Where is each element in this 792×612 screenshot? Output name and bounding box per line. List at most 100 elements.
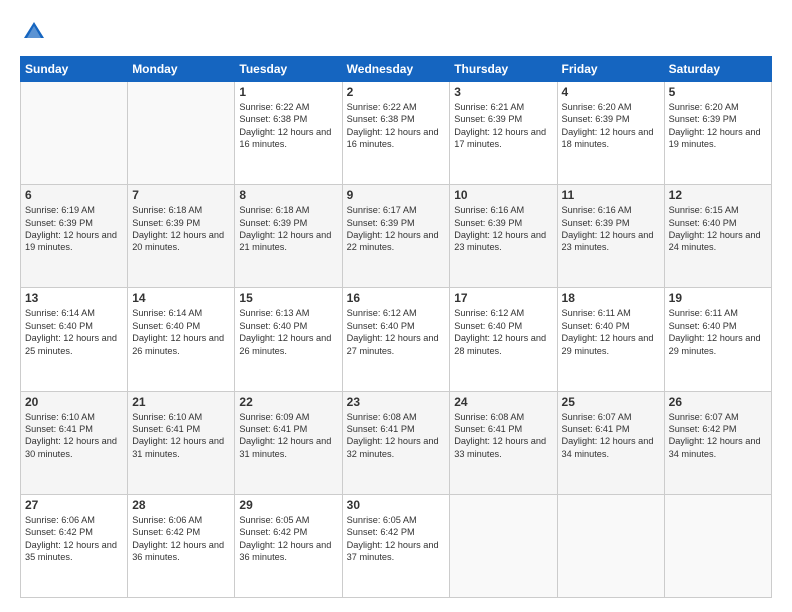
day-info: Sunrise: 6:14 AM Sunset: 6:40 PM Dayligh… (132, 307, 230, 357)
calendar-cell: 6 Sunrise: 6:19 AM Sunset: 6:39 PM Daylig… (21, 185, 128, 288)
calendar-cell: 14 Sunrise: 6:14 AM Sunset: 6:40 PM Dayli… (128, 288, 235, 391)
day-info: Sunrise: 6:14 AM Sunset: 6:40 PM Dayligh… (25, 307, 123, 357)
day-info: Sunrise: 6:21 AM Sunset: 6:39 PM Dayligh… (454, 101, 552, 151)
calendar-cell (557, 494, 664, 597)
calendar-cell: 15 Sunrise: 6:13 AM Sunset: 6:40 PM Dayli… (235, 288, 342, 391)
weekday-header: Monday (128, 57, 235, 82)
calendar-cell: 11Sunrise: 6:16 AM Sunset: 6:39 PM Dayli… (557, 185, 664, 288)
header (20, 18, 772, 46)
calendar-cell: 27Sunrise: 6:06 AM Sunset: 6:42 PM Dayli… (21, 494, 128, 597)
day-number: 9 (347, 188, 446, 202)
calendar-cell: 18 Sunrise: 6:11 AM Sunset: 6:40 PM Dayli… (557, 288, 664, 391)
calendar-week-row: 20 Sunrise: 6:10 AM Sunset: 6:41 PM Dayli… (21, 391, 772, 494)
day-info: Sunrise: 6:07 AM Sunset: 6:42 PM Dayligh… (669, 411, 767, 461)
day-number: 30 (347, 498, 446, 512)
logo-icon (20, 18, 48, 46)
calendar-week-row: 6 Sunrise: 6:19 AM Sunset: 6:39 PM Daylig… (21, 185, 772, 288)
calendar-cell: 13 Sunrise: 6:14 AM Sunset: 6:40 PM Dayli… (21, 288, 128, 391)
calendar-cell: 4 Sunrise: 6:20 AM Sunset: 6:39 PM Daylig… (557, 82, 664, 185)
day-info: Sunrise: 6:10 AM Sunset: 6:41 PM Dayligh… (25, 411, 123, 461)
weekday-header: Wednesday (342, 57, 450, 82)
day-info: Sunrise: 6:11 AM Sunset: 6:40 PM Dayligh… (562, 307, 660, 357)
calendar-cell: 9 Sunrise: 6:17 AM Sunset: 6:39 PM Daylig… (342, 185, 450, 288)
calendar-cell: 8 Sunrise: 6:18 AM Sunset: 6:39 PM Daylig… (235, 185, 342, 288)
logo (20, 18, 52, 46)
calendar-week-row: 13 Sunrise: 6:14 AM Sunset: 6:40 PM Dayli… (21, 288, 772, 391)
day-info: Sunrise: 6:22 AM Sunset: 6:38 PM Dayligh… (347, 101, 446, 151)
day-number: 16 (347, 291, 446, 305)
calendar-cell: 2 Sunrise: 6:22 AM Sunset: 6:38 PM Daylig… (342, 82, 450, 185)
day-info: Sunrise: 6:12 AM Sunset: 6:40 PM Dayligh… (454, 307, 552, 357)
day-number: 6 (25, 188, 123, 202)
calendar-cell: 28Sunrise: 6:06 AM Sunset: 6:42 PM Dayli… (128, 494, 235, 597)
day-number: 1 (239, 85, 337, 99)
day-info: Sunrise: 6:05 AM Sunset: 6:42 PM Dayligh… (239, 514, 337, 564)
day-info: Sunrise: 6:16 AM Sunset: 6:39 PM Dayligh… (562, 204, 660, 254)
day-number: 7 (132, 188, 230, 202)
day-info: Sunrise: 6:20 AM Sunset: 6:39 PM Dayligh… (562, 101, 660, 151)
day-info: Sunrise: 6:13 AM Sunset: 6:40 PM Dayligh… (239, 307, 337, 357)
calendar-cell: 3 Sunrise: 6:21 AM Sunset: 6:39 PM Daylig… (450, 82, 557, 185)
day-info: Sunrise: 6:11 AM Sunset: 6:40 PM Dayligh… (669, 307, 767, 357)
calendar-cell: 26 Sunrise: 6:07 AM Sunset: 6:42 PM Dayli… (664, 391, 771, 494)
day-number: 8 (239, 188, 337, 202)
day-number: 20 (25, 395, 123, 409)
calendar-cell: 22 Sunrise: 6:09 AM Sunset: 6:41 PM Dayli… (235, 391, 342, 494)
day-info: Sunrise: 6:15 AM Sunset: 6:40 PM Dayligh… (669, 204, 767, 254)
day-info: Sunrise: 6:06 AM Sunset: 6:42 PM Dayligh… (25, 514, 123, 564)
day-number: 13 (25, 291, 123, 305)
day-info: Sunrise: 6:07 AM Sunset: 6:41 PM Dayligh… (562, 411, 660, 461)
day-info: Sunrise: 6:17 AM Sunset: 6:39 PM Dayligh… (347, 204, 446, 254)
calendar-cell: 29 Sunrise: 6:05 AM Sunset: 6:42 PM Dayli… (235, 494, 342, 597)
day-number: 4 (562, 85, 660, 99)
calendar-cell: 30 Sunrise: 6:05 AM Sunset: 6:42 PM Dayli… (342, 494, 450, 597)
day-info: Sunrise: 6:18 AM Sunset: 6:39 PM Dayligh… (239, 204, 337, 254)
calendar-cell: 24Sunrise: 6:08 AM Sunset: 6:41 PM Dayli… (450, 391, 557, 494)
calendar-cell: 12 Sunrise: 6:15 AM Sunset: 6:40 PM Dayli… (664, 185, 771, 288)
calendar-cell: 1 Sunrise: 6:22 AM Sunset: 6:38 PM Daylig… (235, 82, 342, 185)
weekday-header: Sunday (21, 57, 128, 82)
calendar: SundayMondayTuesdayWednesdayThursdayFrid… (20, 56, 772, 598)
calendar-cell: 20 Sunrise: 6:10 AM Sunset: 6:41 PM Dayli… (21, 391, 128, 494)
calendar-cell: 23 Sunrise: 6:08 AM Sunset: 6:41 PM Dayli… (342, 391, 450, 494)
day-info: Sunrise: 6:10 AM Sunset: 6:41 PM Dayligh… (132, 411, 230, 461)
day-number: 2 (347, 85, 446, 99)
calendar-week-row: 1 Sunrise: 6:22 AM Sunset: 6:38 PM Daylig… (21, 82, 772, 185)
calendar-cell: 5 Sunrise: 6:20 AM Sunset: 6:39 PM Daylig… (664, 82, 771, 185)
day-info: Sunrise: 6:08 AM Sunset: 6:41 PM Dayligh… (454, 411, 552, 461)
calendar-cell (21, 82, 128, 185)
day-number: 17 (454, 291, 552, 305)
calendar-cell: 21Sunrise: 6:10 AM Sunset: 6:41 PM Dayli… (128, 391, 235, 494)
calendar-cell: 7 Sunrise: 6:18 AM Sunset: 6:39 PM Daylig… (128, 185, 235, 288)
calendar-cell: 25 Sunrise: 6:07 AM Sunset: 6:41 PM Dayli… (557, 391, 664, 494)
day-number: 28 (132, 498, 230, 512)
day-number: 15 (239, 291, 337, 305)
weekday-header: Tuesday (235, 57, 342, 82)
day-number: 14 (132, 291, 230, 305)
day-number: 23 (347, 395, 446, 409)
calendar-cell: 10Sunrise: 6:16 AM Sunset: 6:39 PM Dayli… (450, 185, 557, 288)
day-info: Sunrise: 6:22 AM Sunset: 6:38 PM Dayligh… (239, 101, 337, 151)
day-number: 25 (562, 395, 660, 409)
day-info: Sunrise: 6:09 AM Sunset: 6:41 PM Dayligh… (239, 411, 337, 461)
day-number: 29 (239, 498, 337, 512)
calendar-cell (450, 494, 557, 597)
day-number: 26 (669, 395, 767, 409)
day-info: Sunrise: 6:20 AM Sunset: 6:39 PM Dayligh… (669, 101, 767, 151)
page: SundayMondayTuesdayWednesdayThursdayFrid… (0, 0, 792, 612)
calendar-cell (128, 82, 235, 185)
weekday-header: Thursday (450, 57, 557, 82)
day-number: 3 (454, 85, 552, 99)
weekday-header: Saturday (664, 57, 771, 82)
day-number: 18 (562, 291, 660, 305)
day-info: Sunrise: 6:05 AM Sunset: 6:42 PM Dayligh… (347, 514, 446, 564)
day-number: 19 (669, 291, 767, 305)
day-info: Sunrise: 6:12 AM Sunset: 6:40 PM Dayligh… (347, 307, 446, 357)
day-info: Sunrise: 6:18 AM Sunset: 6:39 PM Dayligh… (132, 204, 230, 254)
weekday-header: Friday (557, 57, 664, 82)
day-info: Sunrise: 6:08 AM Sunset: 6:41 PM Dayligh… (347, 411, 446, 461)
day-number: 5 (669, 85, 767, 99)
day-number: 22 (239, 395, 337, 409)
day-number: 12 (669, 188, 767, 202)
day-info: Sunrise: 6:19 AM Sunset: 6:39 PM Dayligh… (25, 204, 123, 254)
